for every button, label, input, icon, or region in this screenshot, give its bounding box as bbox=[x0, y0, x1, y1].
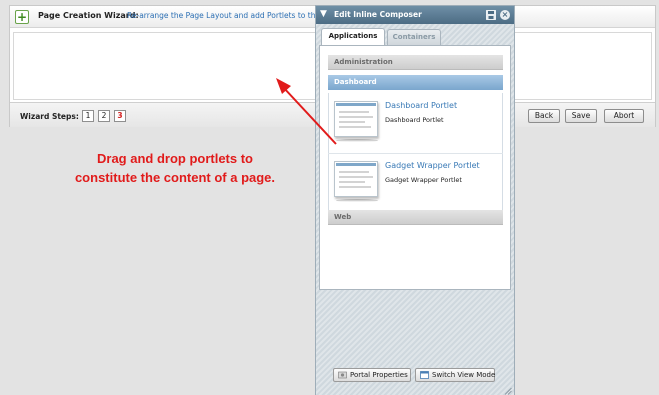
chevron-down-icon[interactable]: ▼ bbox=[320, 9, 327, 19]
composer-footer: Portal Properties Switch View Mode bbox=[316, 366, 514, 395]
abort-button[interactable]: Abort bbox=[604, 109, 644, 123]
portlet-thumbnail-icon bbox=[334, 161, 378, 197]
back-button[interactable]: Back bbox=[528, 109, 560, 123]
wizard-description: Re-arrange the Page Layout and add Portl… bbox=[127, 11, 341, 20]
portal-properties-button[interactable]: Portal Properties bbox=[333, 368, 411, 382]
portlet-description: Gadget Wrapper Portlet bbox=[385, 176, 462, 184]
wizard-step-1-button[interactable]: 1 bbox=[82, 110, 94, 122]
resize-grip-icon[interactable] bbox=[504, 387, 512, 395]
wizard-step-2-button[interactable]: 2 bbox=[98, 110, 110, 122]
switch-view-mode-label: Switch View Mode bbox=[432, 371, 496, 379]
edit-inline-composer: ▼ Edit Inline Composer × Applications Co… bbox=[315, 5, 515, 395]
applications-panel: Administration Dashboard Dashboard Portl… bbox=[319, 45, 511, 290]
annotation-line-1: Drag and drop portlets to bbox=[97, 151, 253, 166]
portlet-title: Dashboard Portlet bbox=[385, 101, 458, 110]
drag-drop-annotation: Drag and drop portlets to constitute the… bbox=[40, 149, 310, 187]
dashboard-portlet-list: Dashboard Portlet Dashboard Portlet Gadg… bbox=[328, 93, 503, 215]
annotation-line-2: constitute the content of a page. bbox=[74, 170, 276, 185]
portlet-title: Gadget Wrapper Portlet bbox=[385, 161, 480, 170]
stage: + Page Creation Wizard: Re-arrange the P… bbox=[0, 0, 659, 395]
portlet-description: Dashboard Portlet bbox=[385, 116, 444, 124]
switch-view-mode-button[interactable]: Switch View Mode bbox=[415, 368, 495, 382]
portal-properties-label: Portal Properties bbox=[350, 371, 408, 379]
category-web[interactable]: Web bbox=[328, 210, 503, 225]
close-icon[interactable]: × bbox=[500, 10, 510, 20]
save-icon[interactable] bbox=[486, 10, 496, 20]
portlet-item-dashboard[interactable]: Dashboard Portlet Dashboard Portlet bbox=[329, 95, 502, 155]
tab-applications[interactable]: Applications bbox=[321, 28, 385, 46]
category-administration[interactable]: Administration bbox=[328, 55, 503, 70]
add-page-icon: + bbox=[15, 10, 29, 24]
switch-view-mode-icon bbox=[420, 371, 429, 379]
portlet-item-gadget-wrapper[interactable]: Gadget Wrapper Portlet Gadget Wrapper Po… bbox=[329, 155, 502, 215]
wizard-steps-label: Wizard Steps: bbox=[20, 112, 79, 121]
portlet-thumbnail-icon bbox=[334, 101, 378, 137]
portal-properties-icon bbox=[338, 371, 347, 379]
tab-containers[interactable]: Containers bbox=[387, 29, 441, 45]
composer-title: Edit Inline Composer bbox=[334, 10, 422, 19]
wizard-title: Page Creation Wizard: bbox=[38, 11, 139, 20]
divider bbox=[328, 153, 503, 154]
wizard-step-3-button[interactable]: 3 bbox=[114, 110, 126, 122]
category-dashboard[interactable]: Dashboard bbox=[328, 75, 503, 90]
composer-header[interactable]: ▼ Edit Inline Composer × bbox=[316, 6, 514, 24]
save-button[interactable]: Save bbox=[565, 109, 597, 123]
